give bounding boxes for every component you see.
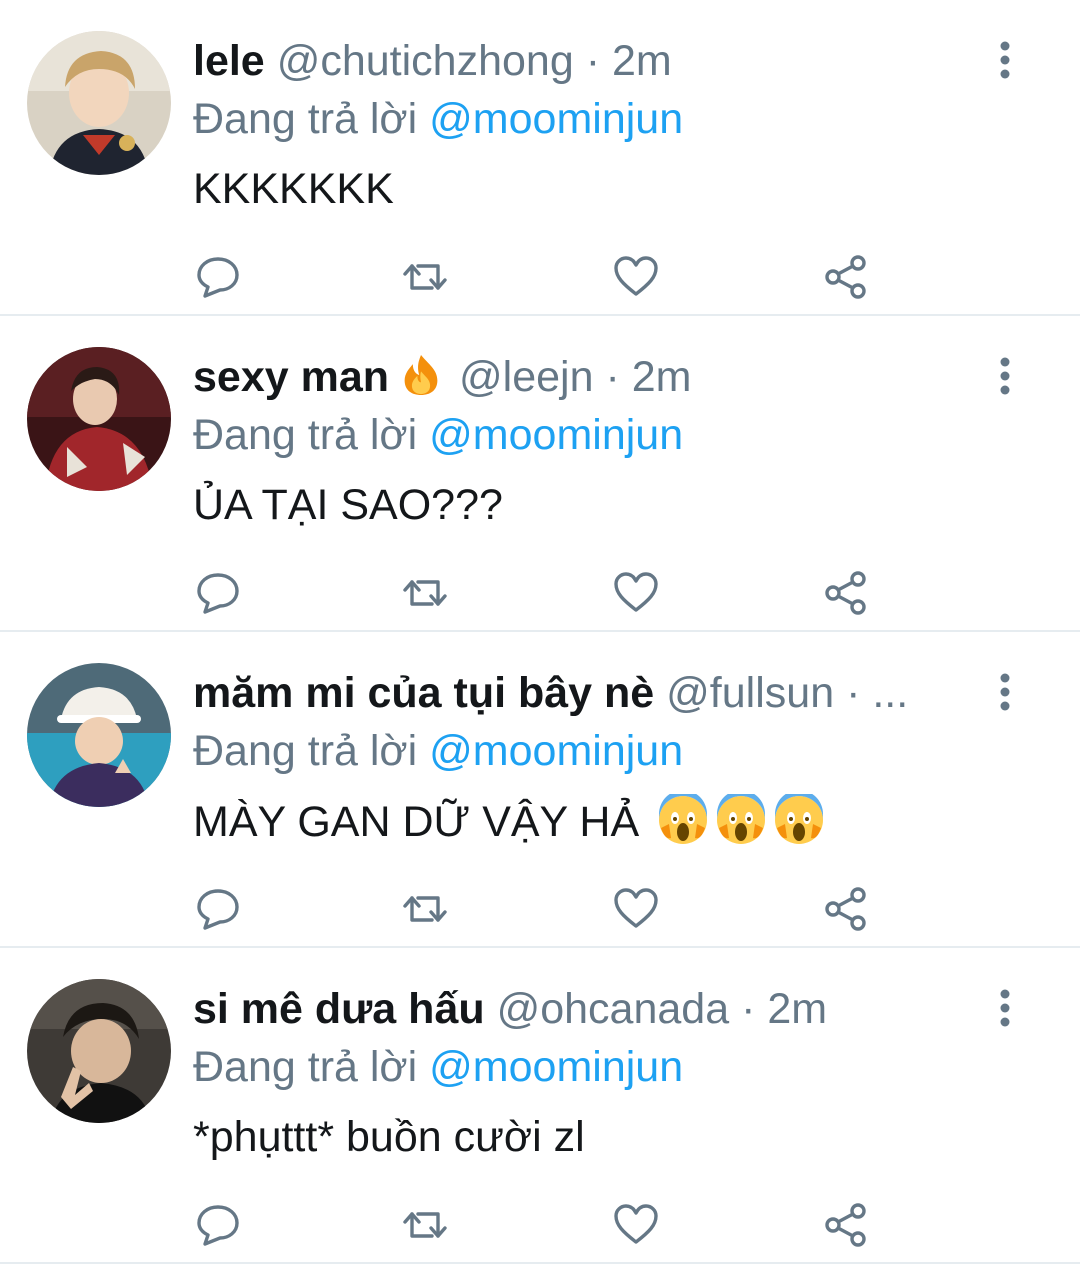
reply-prefix: Đang trả lời	[193, 727, 418, 775]
handle[interactable]: @ohcanada	[497, 985, 730, 1033]
more-options-icon[interactable]	[990, 40, 1020, 80]
tweet-actions	[193, 1200, 893, 1254]
display-name[interactable]: lele	[193, 37, 265, 85]
replying-to: Đang trả lời @moominjun	[193, 1040, 683, 1094]
like-icon[interactable]	[611, 884, 661, 934]
reply-prefix: Đang trả lời	[193, 1043, 418, 1091]
timestamp[interactable]: 2m	[632, 353, 692, 401]
share-icon[interactable]	[821, 1200, 871, 1250]
separator: ·	[605, 353, 620, 401]
more-options-icon[interactable]	[990, 988, 1020, 1028]
reply-icon[interactable]	[193, 884, 243, 934]
separator: ·	[846, 669, 861, 717]
tweet-text: KKKKKKK	[193, 165, 394, 213]
more-options-icon[interactable]	[990, 356, 1020, 396]
display-name[interactable]: măm mi của tụi bây nè	[193, 669, 654, 717]
tweet-header: si mê dưa hấu @ohcanada · 2m	[193, 982, 953, 1036]
separator: ·	[741, 985, 756, 1033]
handle[interactable]: @leejn	[459, 353, 594, 401]
avatar[interactable]	[27, 663, 171, 807]
tweet-actions	[193, 252, 893, 306]
replying-to: Đang trả lời @moominjun	[193, 724, 683, 778]
retweet-icon[interactable]	[400, 568, 450, 618]
tweet-1[interactable]: lele @chutichzhong · 2m Đang trả lời @mo…	[0, 0, 1080, 316]
mention-link[interactable]: @moominjun	[429, 727, 683, 775]
reply-feed: lele @chutichzhong · 2m Đang trả lời @mo…	[0, 0, 1080, 1276]
tweet-text: MÀY GAN DỮ VẬY HẢ	[193, 790, 825, 859]
screaming-face-emoji	[773, 790, 825, 859]
retweet-icon[interactable]	[400, 252, 450, 302]
timestamp[interactable]: ...	[872, 669, 908, 717]
separator: ·	[585, 37, 601, 85]
share-icon[interactable]	[821, 568, 871, 618]
avatar[interactable]	[27, 979, 171, 1123]
tweet-actions	[193, 884, 893, 938]
display-name[interactable]: si mê dưa hấu	[193, 985, 485, 1033]
mention-link[interactable]: @moominjun	[429, 95, 683, 143]
replying-to: Đang trả lời @moominjun	[193, 92, 683, 146]
reply-icon[interactable]	[193, 568, 243, 618]
mention-link[interactable]: @moominjun	[429, 411, 683, 459]
fire-emoji	[401, 353, 441, 404]
tweet-header: măm mi của tụi bây nè @fullsun · ...	[193, 666, 953, 720]
tweet-header: sexy man @leejn · 2m	[193, 350, 953, 404]
like-icon[interactable]	[611, 252, 661, 302]
reply-icon[interactable]	[193, 1200, 243, 1250]
timestamp[interactable]: 2m	[767, 985, 827, 1033]
tweet-3[interactable]: măm mi của tụi bây nè @fullsun · ... Đan…	[0, 632, 1080, 948]
display-name[interactable]: sexy man	[193, 353, 389, 401]
like-icon[interactable]	[611, 1200, 661, 1250]
tweet-header: lele @chutichzhong · 2m	[193, 34, 953, 88]
tweet-4[interactable]: si mê dưa hấu @ohcanada · 2m Đang trả lờ…	[0, 948, 1080, 1264]
screaming-face-emoji	[715, 790, 767, 859]
reply-prefix: Đang trả lời	[193, 411, 418, 459]
tweet-actions	[193, 568, 893, 622]
timestamp[interactable]: 2m	[612, 37, 672, 85]
handle[interactable]: @fullsun	[666, 669, 834, 717]
reply-icon[interactable]	[193, 252, 243, 302]
avatar[interactable]	[27, 31, 171, 175]
tweet-text-content: MÀY GAN DỮ VẬY HẢ	[193, 798, 640, 846]
reply-prefix: Đang trả lời	[193, 95, 418, 143]
retweet-icon[interactable]	[400, 884, 450, 934]
tweet-2[interactable]: sexy man @leejn · 2m Đang trả lời @moomi…	[0, 316, 1080, 632]
avatar[interactable]	[27, 347, 171, 491]
retweet-icon[interactable]	[400, 1200, 450, 1250]
mention-link[interactable]: @moominjun	[429, 1043, 683, 1091]
share-icon[interactable]	[821, 252, 871, 302]
replying-to: Đang trả lời @moominjun	[193, 408, 683, 462]
share-icon[interactable]	[821, 884, 871, 934]
handle[interactable]: @chutichzhong	[277, 37, 574, 85]
tweet-text: ỦA TẠI SAO???	[193, 481, 503, 529]
screaming-face-emoji	[657, 790, 709, 859]
tweet-text: *phụttt* buồn cười zl	[193, 1113, 585, 1161]
more-options-icon[interactable]	[990, 672, 1020, 712]
like-icon[interactable]	[611, 568, 661, 618]
